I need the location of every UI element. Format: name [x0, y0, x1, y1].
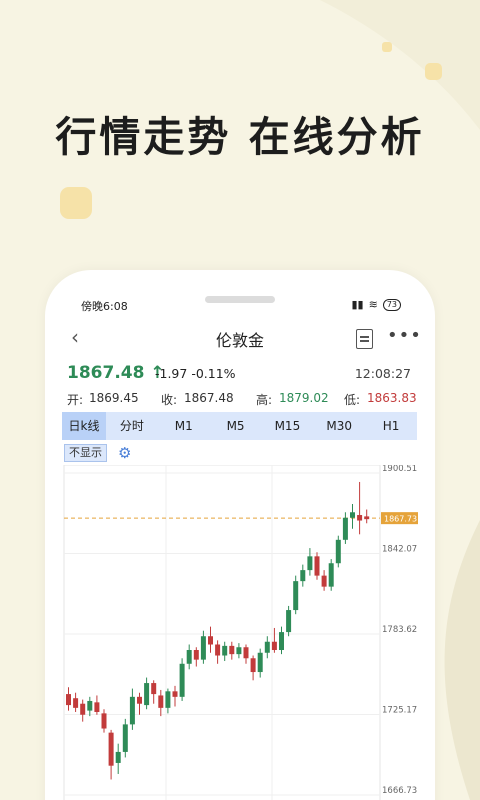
current-price-label: 1867.73 — [384, 515, 417, 524]
candle-body — [243, 647, 249, 659]
candle-body — [257, 652, 263, 673]
signal-icon: ▮▮ — [351, 298, 364, 311]
candle-body — [357, 515, 363, 521]
y-tick-label: 1900.51 — [382, 465, 417, 474]
candle-body — [293, 581, 299, 611]
decor-square — [425, 63, 442, 80]
candle-body — [129, 696, 135, 725]
status-time: 傍晚6:08 — [81, 300, 128, 313]
candle-body — [122, 724, 128, 752]
low-value: 1863.83 — [367, 391, 417, 405]
tab-m30[interactable]: M30 — [313, 412, 365, 440]
candle-body — [321, 575, 327, 587]
candle-body — [328, 563, 334, 587]
candle-body — [286, 610, 292, 633]
candle-body — [222, 645, 228, 656]
candle-body — [342, 517, 348, 540]
candle-body — [179, 663, 185, 697]
candle-body — [264, 641, 270, 653]
close-value: 1867.48 — [184, 391, 234, 405]
candle-body — [279, 632, 284, 651]
candle-body — [307, 556, 313, 571]
ohlc-row: 开: 1869.45 收: 1867.48 高: 1879.02 低: 1863… — [67, 391, 417, 407]
candle-body — [335, 539, 341, 564]
candle-body — [94, 702, 100, 712]
gear-icon[interactable]: ⚙ — [118, 444, 136, 462]
candle-body — [151, 683, 157, 695]
tab-m1[interactable]: M1 — [158, 412, 210, 440]
candle-body — [108, 732, 114, 766]
candle-body — [66, 694, 71, 706]
candle-body — [229, 645, 235, 655]
tab-h1[interactable]: H1 — [365, 412, 417, 440]
y-tick-label: 1783.62 — [382, 625, 417, 635]
battery-icon: 73 — [382, 298, 401, 311]
open-value: 1869.45 — [89, 391, 139, 405]
candle-body — [87, 700, 93, 711]
y-tick-label: 1666.73 — [382, 786, 417, 796]
candle-body — [314, 556, 320, 576]
close-label: 收: — [161, 393, 178, 407]
candle-body — [250, 658, 256, 673]
status-icons: ▮▮ ≋ 73 — [351, 298, 401, 311]
tab-m15[interactable]: M15 — [261, 412, 313, 440]
more-icon[interactable]: ••• — [387, 325, 422, 346]
period-tabs: 日k线 分时 M1 M5 M15 M30 H1 — [62, 412, 417, 440]
y-tick-label: 1842.07 — [382, 544, 417, 554]
nav-bar: ‹ 伦敦金 ••• — [45, 325, 435, 351]
hide-indicator-button[interactable]: 不显示 — [64, 444, 107, 462]
candle-body — [215, 644, 221, 656]
candle-body — [115, 751, 121, 763]
candle-body — [165, 691, 171, 708]
price-row: 1867.48 ↑ -1.97 -0.11% 12:08:27 — [67, 363, 411, 385]
candle-body — [350, 512, 355, 518]
candle-body — [158, 695, 164, 708]
decor-square — [60, 187, 92, 219]
candle-body — [208, 636, 213, 645]
candle-body — [101, 713, 107, 729]
quote-time: 12:08:27 — [354, 366, 411, 381]
headline: 行情走势 在线分析 — [55, 113, 425, 161]
decor-square — [382, 42, 392, 52]
candlestick-chart: 1900.51 1842.07 1783.62 1725.17 1666.73 1867.… — [63, 465, 418, 800]
candle-body — [172, 691, 178, 697]
candle-body — [364, 516, 370, 520]
candle-body — [271, 641, 277, 651]
open-label: 开: — [67, 393, 84, 407]
candle-body — [236, 647, 242, 655]
candle-body — [300, 570, 306, 582]
price-change: -1.97 -0.11% — [155, 366, 236, 381]
note-icon[interactable] — [356, 329, 373, 349]
candle-body — [137, 696, 142, 704]
y-tick-label: 1725.17 — [382, 706, 417, 716]
high-label: 高: — [256, 393, 273, 407]
high-value: 1879.02 — [279, 391, 329, 405]
page-title: 伦敦金 — [215, 331, 264, 350]
tab-m5[interactable]: M5 — [210, 412, 262, 440]
candle-body — [144, 683, 150, 706]
status-bar: 傍晚6:08 ▮▮ ≋ 73 — [81, 298, 401, 314]
candle-body — [80, 703, 86, 715]
tab-intraday[interactable]: 分时 — [106, 412, 158, 440]
low-label: 低: — [344, 393, 361, 407]
candle-body — [193, 650, 199, 660]
candle-body — [186, 650, 192, 664]
phone-frame: 傍晚6:08 ▮▮ ≋ 73 ‹ 伦敦金 ••• 1867.48 ↑ -1.97… — [45, 270, 435, 800]
current-price: 1867.48 ↑ — [67, 363, 165, 383]
candle-body — [73, 698, 79, 708]
tab-daily[interactable]: 日k线 — [62, 412, 106, 440]
wifi-icon: ≋ — [368, 298, 378, 311]
candle-body — [200, 636, 206, 660]
